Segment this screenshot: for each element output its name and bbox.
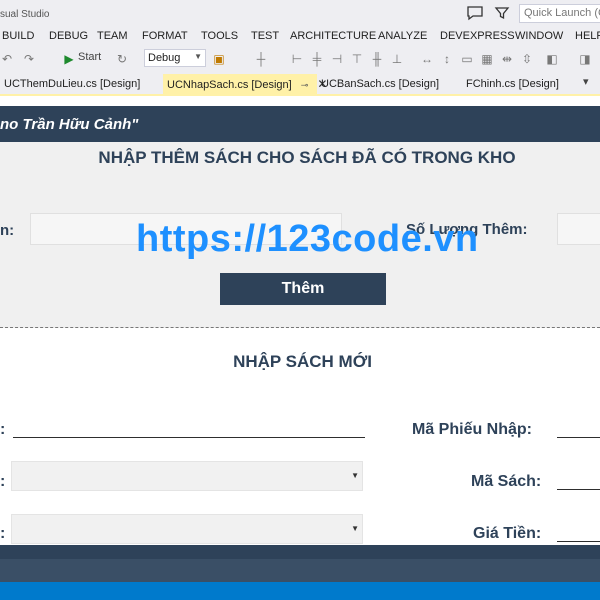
menu-help[interactable]: HELP [575, 30, 600, 42]
app-title: sual Studio [0, 9, 50, 20]
same-height-icon[interactable]: ↕ [440, 52, 454, 66]
book-id-label: Mã Sách: [471, 473, 542, 490]
solution-config-select[interactable]: Debug ▼ [144, 49, 206, 67]
book-field-label: n: [0, 222, 15, 239]
tab-label: UCBanSach.cs [Design] [321, 78, 439, 90]
grid-icon[interactable]: ▦ [480, 52, 494, 66]
toolbar: ↶ ↷ ▶ Start ↻ ▣ ┼ ⊢ ╪ ⊣ ⊤ ╫ ⊥ ↔ ↕ ▭ ▦ ⇹ … [0, 47, 600, 71]
quick-launch-input[interactable]: Quick Launch (C [519, 4, 600, 23]
align-middle-icon[interactable]: ╫ [370, 52, 384, 66]
book-id-input[interactable] [557, 468, 600, 490]
vspace-icon[interactable]: ⇳ [520, 52, 534, 66]
align-top-icon[interactable]: ⊤ [350, 52, 364, 66]
menu-bar: BUILD DEBUG TEAM FORMAT TOOLS TEST ARCHI… [0, 27, 600, 47]
tab-label: UCThemDuLieu.cs [Design] [4, 78, 141, 90]
author-banner: no Trần Hữu Cảnh" [0, 116, 139, 133]
start-button[interactable]: Start [78, 51, 101, 67]
tab-label: UCNhapSach.cs [Design] [167, 79, 292, 91]
align-grid-icon[interactable]: ┼ [254, 52, 268, 66]
status-bar [0, 582, 600, 600]
same-width-icon[interactable]: ↔ [420, 52, 434, 66]
menu-team[interactable]: TEAM [97, 30, 128, 42]
refresh-icon[interactable]: ↻ [115, 52, 129, 66]
bring-front-icon[interactable]: ◧ [545, 52, 559, 66]
section1-title: NHẬP THÊM SÁCH CHO SÁCH ĐÃ CÓ TRONG KHO [98, 148, 516, 167]
filter-icon[interactable] [494, 5, 510, 21]
price-input[interactable] [557, 520, 600, 542]
align-left-icon[interactable]: ⊢ [290, 52, 304, 66]
menu-devexpress[interactable]: DEVEXPRESS [440, 30, 515, 42]
menu-window[interactable]: WINDOW [515, 30, 563, 42]
price-label: Giá Tiền: [473, 525, 542, 542]
hspace-icon[interactable]: ⇹ [500, 52, 514, 66]
add-button[interactable]: Thêm [220, 273, 386, 305]
menu-analyze[interactable]: ANALYZE [378, 30, 427, 42]
row1-left-input[interactable] [13, 416, 365, 438]
tab-fchinh[interactable]: FChinh.cs [Design] [462, 75, 563, 94]
row3-left-label: : [0, 525, 6, 542]
chevron-down-icon: ▼ [351, 471, 359, 480]
header-band: no Trần Hữu Cảnh" [0, 106, 600, 142]
row1-left-label: : [0, 421, 6, 438]
align-center-icon[interactable]: ╪ [310, 52, 324, 66]
menu-build[interactable]: BUILD [2, 30, 34, 42]
document-tab-strip: UCThemDuLieu.cs [Design] UCNhapSach.cs [… [0, 71, 600, 96]
menu-debug[interactable]: DEBUG [49, 30, 88, 42]
menu-tools[interactable]: TOOLS [201, 30, 238, 42]
menu-architecture[interactable]: ARCHITECTURE [290, 30, 376, 42]
row2-left-combo[interactable]: ▼ [11, 461, 363, 491]
tab-dropdown-icon[interactable]: ▾ [583, 75, 589, 88]
designer-bottom-strip [0, 559, 600, 582]
row2-left-label: : [0, 473, 6, 490]
tab-ucthemdulieu[interactable]: UCThemDuLieu.cs [Design] [0, 75, 144, 94]
same-size-icon[interactable]: ▭ [460, 52, 474, 66]
watermark-text: https://123code.vn [136, 218, 479, 260]
title-bar: sual Studio Quick Launch (C [0, 0, 600, 27]
receipt-id-input[interactable] [557, 416, 600, 438]
align-bottom-icon[interactable]: ⊥ [390, 52, 404, 66]
tab-ucnhapsach[interactable]: UCNhapSach.cs [Design] ⊸ ✕ [163, 74, 327, 95]
chevron-down-icon: ▼ [351, 524, 359, 533]
menu-test[interactable]: TEST [251, 30, 279, 42]
tab-ucbansach[interactable]: UCBanSach.cs [Design] [317, 75, 443, 94]
send-back-icon[interactable]: ◨ [578, 52, 592, 66]
chevron-down-icon: ▼ [194, 52, 202, 61]
receipt-id-label: Mã Phiếu Nhập: [412, 421, 533, 438]
tab-label: FChinh.cs [Design] [466, 78, 559, 90]
solution-config-value: Debug [148, 52, 181, 64]
redo-icon[interactable]: ↷ [22, 52, 36, 66]
pin-icon[interactable]: ⊸ [301, 80, 309, 91]
find-icon[interactable]: ▣ [212, 52, 226, 66]
quantity-input[interactable] [557, 213, 600, 245]
align-right-icon[interactable]: ⊣ [330, 52, 344, 66]
form-designer-surface: no Trần Hữu Cảnh" NHẬP THÊM SÁCH CHO SÁC… [0, 96, 600, 600]
menu-format[interactable]: FORMAT [142, 30, 188, 42]
section2-title: NHẬP SÁCH MỚI [233, 352, 372, 371]
footer-band [0, 545, 600, 559]
notification-icon[interactable] [466, 5, 484, 21]
undo-icon[interactable]: ↶ [0, 52, 14, 66]
row3-left-combo[interactable]: ▼ [11, 514, 363, 544]
start-play-icon[interactable]: ▶ [62, 52, 76, 66]
